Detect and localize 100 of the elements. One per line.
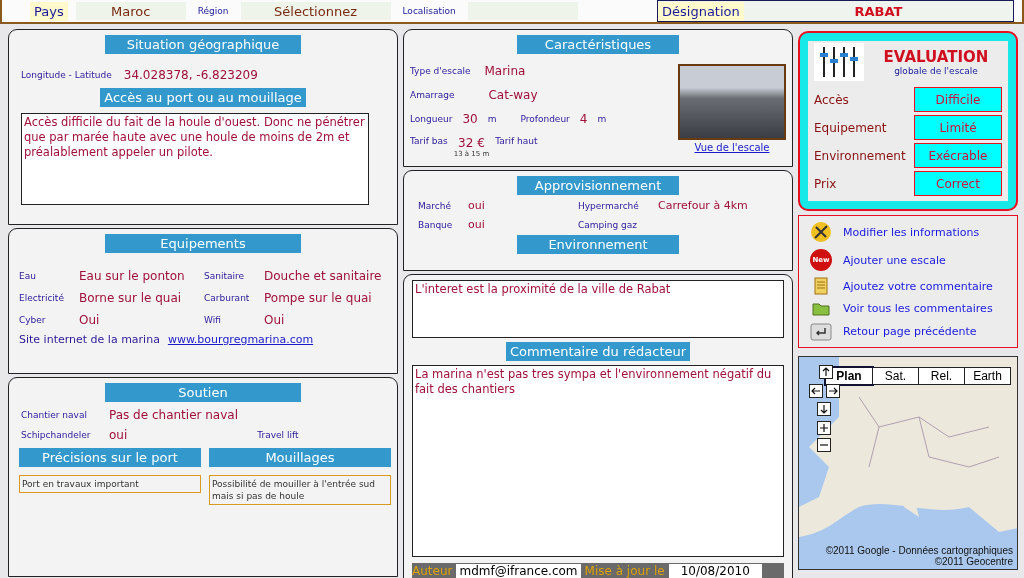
pan-up-button[interactable] xyxy=(819,365,833,379)
evaluation-subtitle: globale de l'escale xyxy=(894,66,978,76)
field-label: Désignation xyxy=(658,1,744,21)
field-label: Amarrage xyxy=(410,90,455,100)
field-label: Electricité xyxy=(19,293,65,303)
text-area[interactable]: Possibilité de mouiller à l'entrée sud mais si pas de houle xyxy=(209,475,391,506)
action-link[interactable]: Modifier les informations xyxy=(843,225,980,239)
field-label: Longitude - Latitude xyxy=(21,70,112,80)
field-label: Profondeur xyxy=(520,114,570,124)
section-title: Environnement xyxy=(517,235,679,254)
field-label: Wifi xyxy=(204,315,222,325)
field-value: Douche et sanitaire xyxy=(264,269,383,283)
rating-label: Accès xyxy=(814,92,850,107)
section-title: Equipements xyxy=(105,234,301,253)
field-label: Cyber xyxy=(19,315,47,325)
text-area[interactable]: Accès difficile du fait de la houle d'ouest. Donc ne pénétrer que par marée haute avec une houle de moins de 2m et préalablement appeler un pilote. xyxy=(21,113,369,205)
text-area[interactable]: La marina n'est pas tres sympa et l'environnement négatif du fait des chantiers xyxy=(412,365,784,557)
section-title: Accès au port ou au mouillage xyxy=(100,88,306,107)
rating-value: Correct xyxy=(914,171,1002,196)
action-link[interactable]: Ajouter une escale xyxy=(843,253,946,267)
field-value: Pas de chantier naval xyxy=(109,408,238,422)
rating-value: Limité xyxy=(914,115,1002,140)
field-value: 4 xyxy=(579,112,588,126)
field-label: Pays xyxy=(30,1,68,21)
field-value: oui xyxy=(109,428,128,442)
author-field: mdmf@ifrance.com xyxy=(456,564,581,578)
section-title: Approvisionnement xyxy=(517,176,679,195)
action-link[interactable]: Ajoutez votre commentaire xyxy=(843,279,993,293)
select-field[interactable]: Sélectionnez xyxy=(240,2,391,20)
rating-value: Difficile xyxy=(914,87,1002,112)
rating-label: Equipement xyxy=(814,120,888,135)
field-value: oui xyxy=(468,199,486,212)
field-value: Carrefour à 4km xyxy=(658,199,749,212)
up-arrow-icon xyxy=(821,367,831,377)
field-value: Oui xyxy=(264,313,286,327)
website-link[interactable]: www.bourgregmarina.com xyxy=(167,333,314,346)
field-label: Banque xyxy=(418,219,454,230)
field-label: Eau xyxy=(19,271,37,281)
select-field[interactable]: Maroc xyxy=(75,2,186,20)
field-value: 30 xyxy=(462,112,478,126)
field-label: Sanitaire xyxy=(204,271,246,281)
photo-link[interactable]: Vue de l'escale xyxy=(694,142,770,153)
field-label: Chantier naval xyxy=(21,410,88,420)
pan-down-button[interactable] xyxy=(817,402,831,416)
action-link[interactable]: Retour page précédente xyxy=(843,325,977,339)
field-label: Camping gaz xyxy=(578,219,638,230)
section-title: Situation géographique xyxy=(105,35,301,54)
field-value: Marina xyxy=(484,64,526,78)
section-title: Précisions sur le port xyxy=(19,448,201,467)
action-link[interactable]: Voir tous les commentaires xyxy=(843,302,993,316)
field-label: Schipchandeler xyxy=(21,430,92,440)
rating-label: Prix xyxy=(814,176,838,191)
field-value: Oui xyxy=(79,313,101,327)
field-value: 32 € xyxy=(458,136,485,150)
field-value: Pompe sur le quai xyxy=(264,291,373,305)
designation-value: RABAT xyxy=(853,3,904,19)
field-label: Région xyxy=(196,5,230,18)
zoom-out-button[interactable] xyxy=(817,438,831,452)
field-label: Marché xyxy=(418,200,452,211)
unit-label: m xyxy=(487,114,497,124)
rating-label: Environnement xyxy=(814,148,907,163)
return-key-icon xyxy=(810,321,832,342)
section-title: Mouillages xyxy=(209,448,391,467)
map-copyright: ©2011 Google - Données cartographiques ©2011 Geocentre xyxy=(824,545,1013,567)
field-label: Tarif bas xyxy=(410,136,448,146)
pan-left-button[interactable] xyxy=(809,384,823,398)
down-arrow-icon xyxy=(819,404,829,414)
section-title: Commentaire du rédacteur xyxy=(505,342,691,361)
left-arrow-icon xyxy=(811,386,821,396)
section-title: Soutien xyxy=(105,383,301,402)
field-label: Mise à jour le xyxy=(584,564,665,578)
pan-right-button[interactable] xyxy=(826,384,840,398)
field-label: Hypermarché xyxy=(578,200,640,211)
rating-value: Exécrable xyxy=(914,143,1002,168)
text-area[interactable]: Port en travaux important xyxy=(19,475,201,494)
sliders-icon xyxy=(814,43,864,81)
coordinates-value: 34.028378, -6.823209 xyxy=(123,68,258,82)
document-icon xyxy=(814,277,828,296)
field-label: Longueur xyxy=(410,114,453,124)
right-arrow-icon xyxy=(828,386,838,396)
folder-icon xyxy=(812,301,830,316)
field-label: Auteur xyxy=(412,564,453,578)
field-label: Travel lift xyxy=(257,430,299,440)
field-label: Carburant xyxy=(204,293,251,303)
zoom-in-button[interactable] xyxy=(817,421,831,435)
date-field: 10/08/2010 xyxy=(668,564,762,578)
section-title: Caractéristiques xyxy=(517,35,679,54)
field-value: Eau sur le ponton xyxy=(79,269,186,283)
photo-placeholder[interactable] xyxy=(678,64,786,140)
unit-label: m xyxy=(597,114,607,124)
field-value: Borne sur le quai xyxy=(79,291,183,305)
text-area[interactable]: L'interet est la proximité de la ville de Rabat xyxy=(412,280,784,338)
field-value: oui xyxy=(468,218,486,231)
field-label: Tarif haut xyxy=(495,136,538,146)
field-value: Cat-way xyxy=(488,88,538,102)
field-label: Localisation xyxy=(401,5,457,18)
field-label: Type d'escale xyxy=(410,66,471,76)
evaluation-title: EVALUATION xyxy=(883,48,989,66)
plus-icon xyxy=(819,423,829,433)
field-label: Site internet de la marina xyxy=(19,333,160,346)
